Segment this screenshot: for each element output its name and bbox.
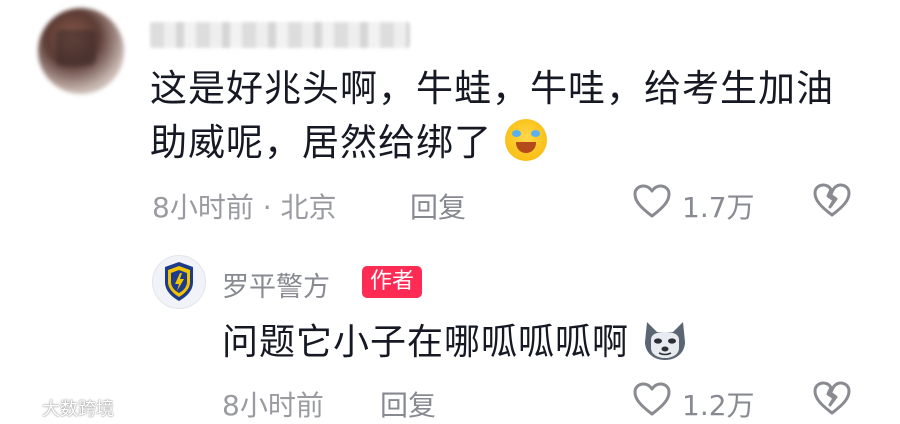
reply-author-name[interactable]: 罗平警方 bbox=[222, 265, 330, 304]
comment-text: 这是好兆头啊，牛蛙，牛哇，给考生加油助威呢，居然给绑了 bbox=[150, 62, 850, 170]
reply-text: 问题它小子在哪呱呱呱啊 bbox=[222, 318, 689, 368]
watermark-text: 大数跨境 bbox=[42, 399, 114, 420]
comment-body: 这是好兆头啊，牛蛙，牛哇，给考生加油助威呢，居然给绑了 bbox=[150, 67, 834, 164]
commenter-username-redacted[interactable] bbox=[150, 22, 410, 48]
like-heart-icon[interactable] bbox=[632, 183, 672, 223]
comment-reply-button[interactable]: 回复 bbox=[410, 186, 466, 226]
author-badge: 作者 bbox=[362, 266, 423, 298]
like-heart-icon[interactable] bbox=[632, 381, 672, 421]
broken-heart-icon[interactable] bbox=[812, 181, 852, 223]
watermark-logo-icon bbox=[8, 401, 37, 415]
reply-body: 问题它小子在哪呱呱呱啊 bbox=[222, 322, 630, 363]
husky-emoji-icon bbox=[641, 318, 689, 362]
police-badge-avatar[interactable] bbox=[152, 255, 206, 309]
watermark: 大数跨境 bbox=[8, 395, 114, 421]
broken-heart-icon[interactable] bbox=[812, 379, 852, 421]
commenter-avatar[interactable] bbox=[38, 8, 124, 94]
reply-like-count: 1.2万 bbox=[682, 389, 755, 422]
comment-like-count: 1.7万 bbox=[682, 191, 755, 224]
reply-meta: 8小时前 bbox=[222, 389, 324, 422]
reply-reply-button[interactable]: 回复 bbox=[380, 384, 436, 424]
comment-meta: 8小时前 · 北京 bbox=[152, 191, 337, 224]
laughing-tears-emoji-icon bbox=[504, 119, 547, 161]
